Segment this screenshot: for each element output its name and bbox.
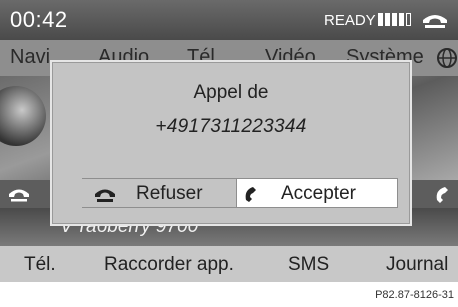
phone-call-screen: 00:42 READY Navi Audio Tél. Vidéo Systèm… [0, 0, 458, 307]
accept-call-icon [436, 187, 448, 203]
tab-navi[interactable]: Navi [10, 46, 50, 69]
background-knob [0, 86, 46, 146]
dialog-title: Appel de [193, 82, 269, 103]
ready-label: READY [324, 12, 376, 29]
menu-item-sms[interactable]: SMS [288, 254, 329, 276]
figure-code: P82.87-8126-31 [0, 282, 458, 307]
refuse-button[interactable]: Refuser [82, 178, 236, 208]
accept-label: Accepter [281, 183, 356, 204]
signal-bar [399, 13, 404, 26]
bottom-menu: Tél. Raccorder app. SMS Journal [0, 246, 458, 282]
signal-bar [392, 13, 397, 26]
menu-item-phone[interactable]: Tél. [24, 254, 56, 276]
accept-button[interactable]: Accepter [236, 178, 398, 208]
menu-item-journal[interactable]: Journal [386, 254, 448, 276]
accept-call-icon [245, 187, 256, 202]
caller-number: +4917311223344 [155, 116, 307, 137]
end-call-icon [95, 189, 115, 202]
signal-strength-icon [378, 13, 414, 26]
figure-code-text: P82.87-8126-31 [375, 289, 454, 301]
signal-bar [378, 13, 383, 26]
signal-bar [385, 13, 390, 26]
handset-icon [423, 15, 447, 28]
end-call-icon [9, 189, 29, 202]
menu-item-connect-app[interactable]: Raccorder app. [104, 254, 234, 276]
globe-icon[interactable] [436, 46, 458, 70]
clock: 00:42 [10, 7, 68, 32]
signal-bar [406, 13, 411, 26]
status-bar: 00:42 READY [0, 0, 458, 40]
refuse-label: Refuser [136, 183, 203, 204]
incoming-call-dialog: Appel de +4917311223344 Refuser Accepter [52, 62, 410, 224]
